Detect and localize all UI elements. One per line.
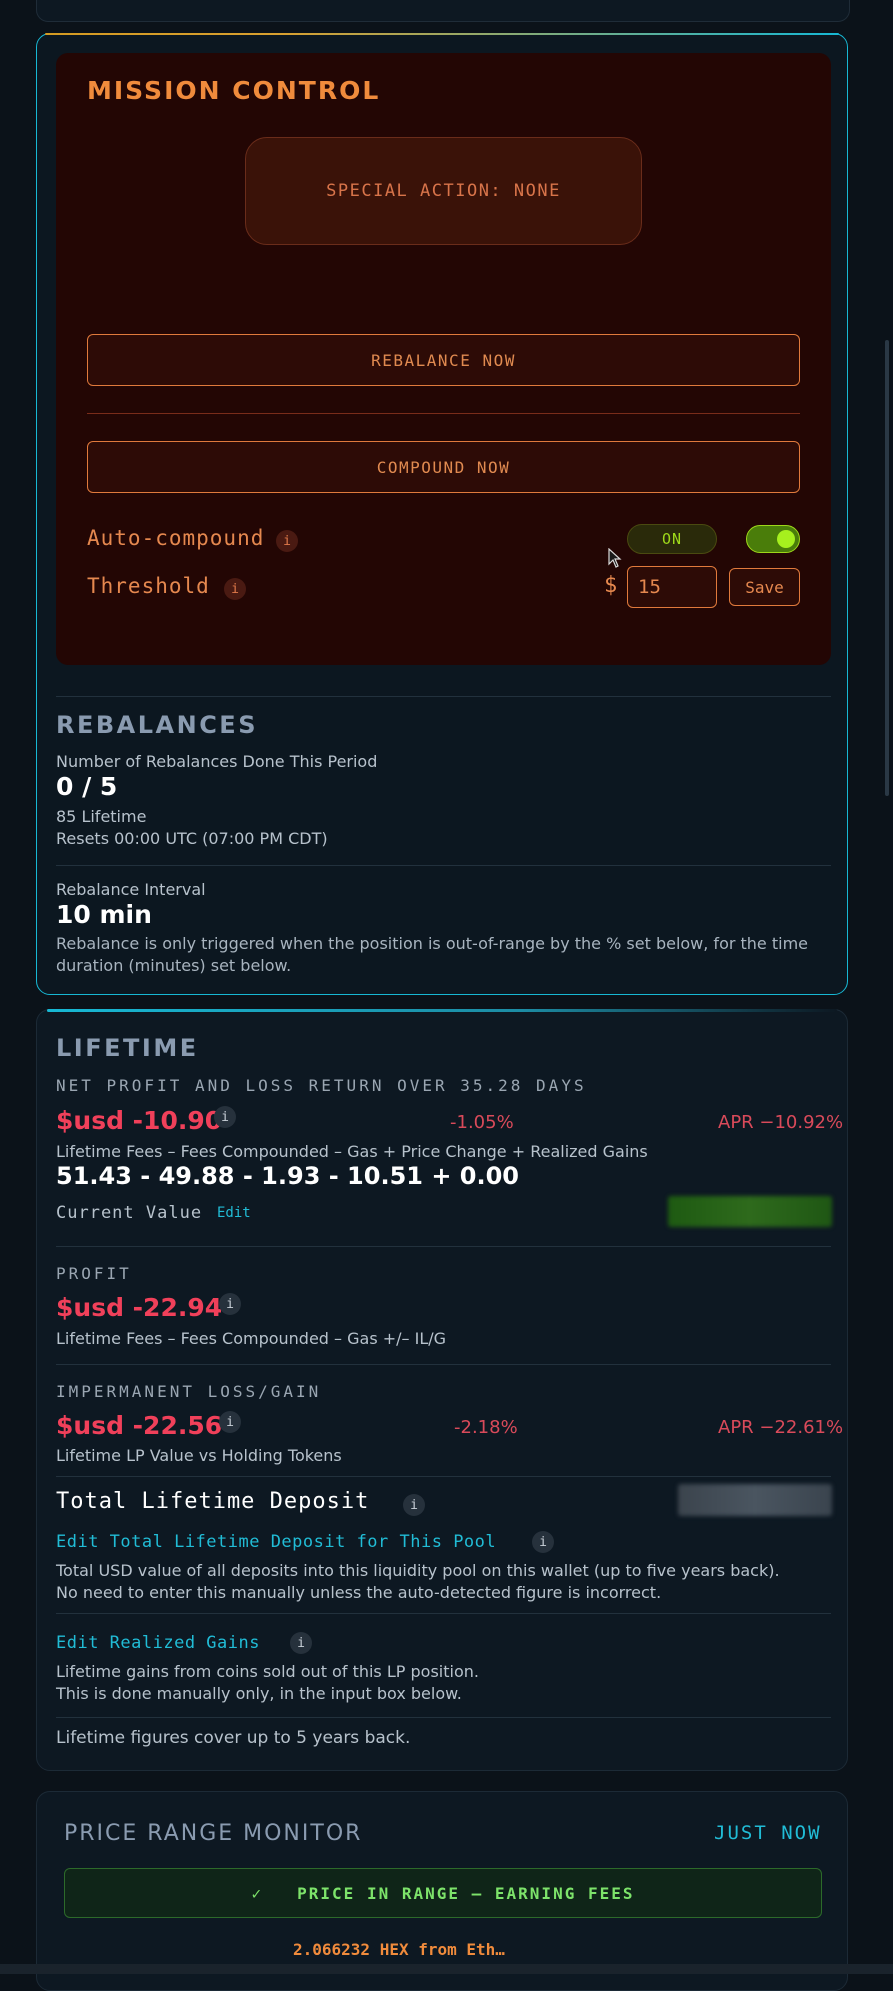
section-divider	[56, 1364, 831, 1365]
threshold-input[interactable]: 15	[627, 566, 717, 608]
section-divider	[56, 1476, 831, 1477]
price-in-range-status: ✓ PRICE IN RANGE — EARNING FEES	[64, 1868, 822, 1918]
price-pair-text: 2.066232 HEX from Eth…	[293, 1940, 505, 1959]
price-range-updated: JUST NOW	[714, 1822, 822, 1844]
net-formula-value: 51.43 - 49.88 - 1.93 - 10.51 + 0.00	[56, 1162, 520, 1190]
threshold-label: Threshold	[87, 574, 210, 598]
rebalance-interval-note: Rebalance is only triggered when the pos…	[56, 934, 809, 975]
rebalances-title: REBALANCES	[56, 711, 258, 739]
total-deposit-info-icon[interactable]: i	[403, 1494, 425, 1516]
net-pnl-info-icon[interactable]: i	[214, 1106, 236, 1128]
threshold-save-button[interactable]: Save	[729, 568, 800, 606]
check-icon: ✓	[251, 1883, 264, 1903]
special-action-badge: SPECIAL ACTION: NONE	[245, 137, 642, 245]
price-range-title: PRICE RANGE MONITOR	[64, 1821, 363, 1846]
section-divider	[56, 865, 831, 866]
net-pnl-label: NET PROFIT AND LOSS RETURN OVER 35.28 DA…	[56, 1076, 587, 1095]
il-percent: -2.18%	[454, 1417, 518, 1438]
il-apr: APR −22.61%	[718, 1417, 844, 1438]
net-formula-label: Lifetime Fees – Fees Compounded – Gas + …	[56, 1142, 648, 1161]
auto-compound-label: Auto-compound	[87, 526, 265, 550]
realized-caption-2: This is done manually only, in the input…	[56, 1684, 462, 1703]
auto-compound-info-icon[interactable]: i	[276, 530, 298, 552]
profit-info-icon[interactable]: i	[219, 1293, 241, 1315]
il-caption: Lifetime LP Value vs Holding Tokens	[56, 1446, 342, 1465]
edit-deposit-info-icon[interactable]: i	[532, 1531, 554, 1553]
section-divider	[56, 1246, 831, 1247]
rebalance-interval-label: Rebalance Interval	[56, 880, 206, 899]
rebalance-lifetime-count: 85 Lifetime	[56, 807, 147, 826]
section-divider	[56, 1717, 831, 1718]
profit-value: $usd -22.94	[56, 1293, 223, 1322]
total-deposit-title: Total Lifetime Deposit	[56, 1489, 370, 1514]
net-pnl-percent: -1.05%	[450, 1112, 514, 1133]
net-pnl-apr: APR −10.92%	[718, 1112, 844, 1133]
rebalance-reset-time: Resets 00:00 UTC (07:00 PM CDT)	[56, 829, 328, 848]
net-pnl-value: $usd -10.90	[56, 1106, 223, 1135]
mission-divider	[87, 413, 800, 414]
rebalance-count-value: 0 / 5	[56, 772, 118, 801]
current-value-label: Current Value	[56, 1203, 203, 1223]
section-divider	[56, 696, 831, 697]
il-label: IMPERMANENT LOSS/GAIN	[56, 1382, 322, 1401]
edit-total-deposit-link[interactable]: Edit Total Lifetime Deposit for This Poo…	[56, 1532, 496, 1552]
auto-compound-status-badge: ON	[627, 524, 717, 554]
mission-control-title: MISSION CONTROL	[87, 76, 381, 105]
current-value-redacted	[668, 1196, 832, 1227]
price-in-range-text: PRICE IN RANGE — EARNING FEES	[297, 1883, 635, 1903]
threshold-info-icon[interactable]: i	[224, 578, 246, 600]
bottom-edge	[0, 1964, 893, 1974]
auto-compound-toggle[interactable]	[746, 525, 800, 553]
previous-card	[36, 0, 850, 22]
il-info-icon[interactable]: i	[219, 1411, 241, 1433]
profit-label: PROFIT	[56, 1264, 132, 1283]
lifetime-title: LIFETIME	[56, 1034, 199, 1062]
deposit-caption-1: Total USD value of all deposits into thi…	[56, 1561, 780, 1580]
edit-realized-gains-link[interactable]: Edit Realized Gains	[56, 1633, 260, 1653]
il-value: $usd -22.56	[56, 1411, 223, 1440]
mouse-cursor-icon	[608, 548, 622, 568]
profit-caption: Lifetime Fees – Fees Compounded – Gas +/…	[56, 1329, 447, 1348]
rebalance-interval-value: 10 min	[56, 900, 152, 929]
lifetime-footer-note: Lifetime figures cover up to 5 years bac…	[56, 1728, 411, 1748]
realized-gains-info-icon[interactable]: i	[290, 1632, 312, 1654]
compound-now-button[interactable]: COMPOUND NOW	[87, 441, 800, 493]
current-value-edit-link[interactable]: Edit	[217, 1205, 251, 1221]
deposit-caption-2: No need to enter this manually unless th…	[56, 1583, 662, 1602]
rebalance-now-button[interactable]: REBALANCE NOW	[87, 334, 800, 386]
section-divider	[56, 1613, 831, 1614]
rebalance-count-label: Number of Rebalances Done This Period	[56, 752, 378, 771]
total-deposit-redacted	[678, 1484, 832, 1516]
threshold-currency: $	[604, 573, 618, 598]
realized-caption-1: Lifetime gains from coins sold out of th…	[56, 1662, 479, 1681]
scrollbar-thumb[interactable]	[885, 340, 889, 796]
